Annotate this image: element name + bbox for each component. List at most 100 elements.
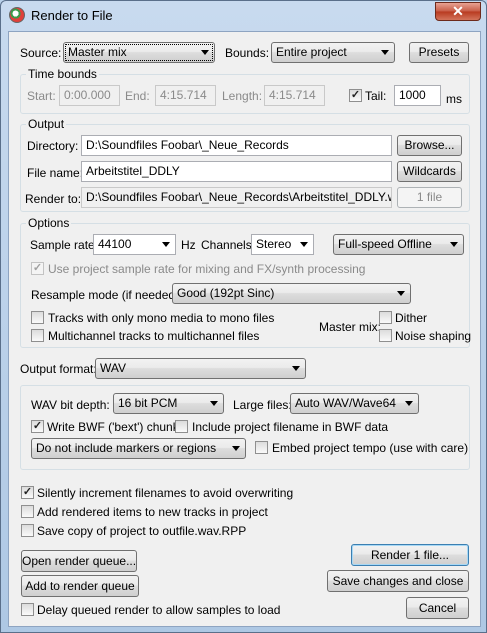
output-group-label: Output [26,117,67,131]
window-title: Render to File [31,8,113,23]
length-label: Length: [222,89,263,103]
dither-label: Dither [395,311,428,325]
save-project-copy-checkbox[interactable] [21,524,34,537]
multichannel-tracks-checkbox[interactable] [31,329,44,342]
filename-label: File name: [27,166,84,180]
wav-bit-depth-value: 16 bit PCM [118,396,178,410]
large-files-value: Auto WAV/Wave64 [295,396,396,410]
render-button[interactable]: Render 1 file... [351,544,469,566]
save-changes-close-button[interactable]: Save changes and close [327,570,469,592]
filename-field[interactable]: Arbeitstitel_DDLY [81,161,392,182]
bounds-label: Bounds: [225,46,270,60]
resample-mode-select[interactable]: Good (192pt Sinc) [172,283,411,304]
dropdown-arrow-icon [292,366,300,371]
cancel-button[interactable]: Cancel [406,597,469,619]
wav-bit-depth-label: WAV bit depth: [31,398,110,412]
delay-queued-render-checkbox[interactable] [21,603,34,616]
dropdown-arrow-icon [405,401,413,406]
dropdown-arrow-icon [201,50,209,55]
checkmark-icon: ✓ [32,420,43,432]
mono-tracks-checkbox[interactable] [31,311,44,324]
dropdown-arrow-icon [397,291,405,296]
add-rendered-items-label: Add rendered items to new tracks in proj… [37,505,268,519]
resample-mode-value: Good (192pt Sinc) [177,286,275,300]
resample-mode-label: Resample mode (if needed): [31,288,183,302]
sample-rate-label: Sample rate: [30,238,99,252]
save-project-copy-label: Save copy of project to outfile.wav.RPP [37,524,247,538]
silently-increment-label: Silently increment filenames to avoid ov… [37,486,294,500]
sample-rate-unit: Hz [181,238,196,252]
title-bar[interactable]: Render to File ✕ [1,1,486,31]
wav-bit-depth-select[interactable]: 16 bit PCM [113,393,224,414]
noise-shaping-checkbox[interactable] [379,329,392,342]
output-format-label: Output format: [20,362,97,376]
embed-tempo-checkbox[interactable] [255,441,268,454]
source-value: Master mix [68,45,127,59]
presets-button[interactable]: Presets [409,42,469,63]
source-select[interactable]: Master mix [63,42,215,63]
time-bounds-group-label: Time bounds [26,67,99,81]
use-project-rate-checkbox[interactable]: ✓ [31,262,44,275]
options-group-label: Options [26,216,72,230]
tail-label: Tail: [365,89,387,103]
close-button[interactable]: ✕ [435,2,481,21]
include-filename-bwf-checkbox[interactable] [175,420,188,433]
open-render-queue-button[interactable]: Open render queue... [21,550,137,572]
dropdown-arrow-icon [210,401,218,406]
dither-checkbox[interactable] [379,311,392,324]
start-label: Start: [27,89,56,103]
noise-shaping-label: Noise shaping [395,329,472,343]
add-rendered-items-checkbox[interactable] [21,505,34,518]
use-project-rate-label: Use project sample rate for mixing and F… [48,262,366,276]
sample-rate-value: 44100 [98,237,132,251]
length-field[interactable]: 4:15.714 [264,85,325,106]
dropdown-arrow-icon [300,242,308,247]
embed-tempo-label: Embed project tempo (use with care) [272,441,469,455]
directory-label: Directory: [27,139,79,153]
dropdown-arrow-icon [381,50,389,55]
bounds-select[interactable]: Entire project [271,42,395,63]
large-files-label: Large files: [233,398,292,412]
add-to-render-queue-button[interactable]: Add to render queue [21,575,139,597]
checkmark-icon: ✓ [350,89,361,101]
delay-queued-render-label: Delay queued render to allow samples to … [37,603,281,617]
dropdown-arrow-icon [232,446,240,451]
end-label: End: [125,89,150,103]
output-format-select[interactable]: WAV [95,358,306,379]
sample-rate-select[interactable]: 44100 [93,234,176,255]
dialog-client-area: Source: Master mix Bounds: Entire projec… [8,31,481,627]
render-to-path: D:\Soundfiles Foobar\_Neue_Records\Arbei… [81,187,392,208]
tail-ms-field[interactable]: 1000 [394,85,441,106]
tail-checkbox[interactable]: ✓ [349,89,362,102]
markers-select[interactable]: Do not include markers or regions [31,438,246,459]
reaper-app-icon [9,7,25,23]
output-format-value: WAV [100,361,126,375]
silently-increment-checkbox[interactable]: ✓ [21,486,34,499]
include-filename-bwf-label: Include project filename in BWF data [192,420,389,434]
render-speed-value: Full-speed Offline [338,237,432,251]
render-speed-select[interactable]: Full-speed Offline [333,234,464,255]
browse-button[interactable]: Browse... [397,135,462,156]
end-field[interactable]: 4:15.714 [155,85,216,106]
render-dialog-window: Render to File ✕ Source: Master mix Boun… [0,0,487,633]
render-to-label: Render to: [25,192,82,206]
channels-select[interactable]: Stereo [251,234,314,255]
bounds-value: Entire project [276,45,347,59]
tail-unit-label: ms [446,92,462,106]
channels-value: Stereo [256,237,292,251]
dropdown-arrow-icon [450,242,458,247]
markers-value: Do not include markers or regions [36,441,217,455]
multichannel-tracks-label: Multichannel tracks to multichannel file… [48,329,260,343]
large-files-select[interactable]: Auto WAV/Wave64 [290,393,419,414]
write-bwf-label: Write BWF ('bext') chunk [47,420,179,434]
mono-tracks-label: Tracks with only mono media to mono file… [48,311,275,325]
channels-label: Channels: [201,238,256,252]
source-label: Source: [20,46,62,60]
wildcards-button[interactable]: Wildcards [397,161,462,182]
dropdown-arrow-icon [162,242,170,247]
start-field[interactable]: 0:00.000 [59,85,120,106]
write-bwf-checkbox[interactable]: ✓ [31,420,44,433]
file-count-button[interactable]: 1 file [397,187,462,208]
master-mix-label: Master mix: [319,320,382,334]
directory-field[interactable]: D:\Soundfiles Foobar\_Neue_Records [81,135,392,156]
